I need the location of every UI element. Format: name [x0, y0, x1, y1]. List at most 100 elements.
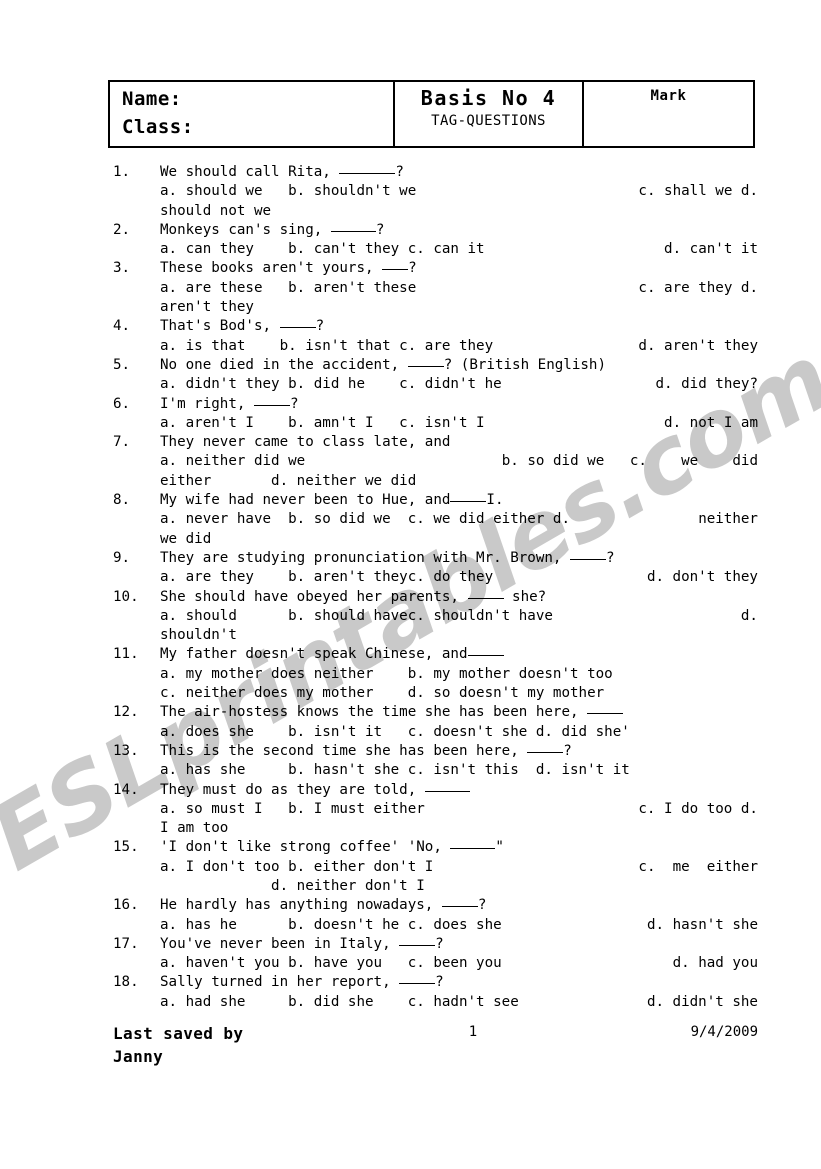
answer-blank[interactable]: [467, 597, 504, 599]
question-text: These books aren't yours,: [160, 260, 383, 277]
question-text: a. are they b. aren't theyc. do they: [160, 569, 494, 586]
question-options-line: d. neither don't I: [113, 877, 758, 896]
answer-blank[interactable]: [467, 655, 504, 657]
answer-blank[interactable]: [339, 173, 396, 174]
question-number: 4.: [113, 318, 131, 335]
question-number-spacer: [113, 279, 160, 298]
question-line-body: a. can they b. can't they c. can it d. ca…: [160, 240, 758, 259]
question-number-spacer: [113, 375, 160, 394]
answer-blank[interactable]: [399, 983, 436, 985]
answer-blank[interactable]: [570, 558, 606, 560]
question-number-spacer: [113, 954, 160, 973]
answer-blank[interactable]: [407, 365, 444, 367]
question-options-line: a. is that b. isn't that c. are they d. a…: [113, 337, 758, 356]
question-line-body: No one died in the accident, ? (British …: [160, 356, 758, 375]
question-text: That's Bod's,: [160, 318, 280, 335]
question-options-line: aren't they: [113, 298, 758, 317]
question-text: a. does she b. isn't it c. doesn't she d…: [160, 723, 630, 740]
question-text: a. didn't they b. did he c. didn't he: [160, 376, 502, 393]
question-number: 10.: [113, 588, 139, 605]
answer-blank[interactable]: [450, 848, 496, 850]
question-options-line: we did: [113, 530, 758, 549]
question-options-line: a. had she b. did she c. hadn't see d. di…: [113, 993, 758, 1012]
answer-blank[interactable]: [330, 230, 376, 232]
question-line-body: a. does she b. isn't it c. doesn't she d…: [160, 723, 758, 742]
question-line-body: a. aren't I b. amn't I c. isn't I d. not …: [160, 414, 758, 433]
question-text: d. can't it: [664, 241, 758, 258]
question-item: 6. I'm right, ? a. aren't I b. amn't I c. …: [113, 395, 758, 434]
question-number-spacer: [113, 916, 160, 935]
question-number-spacer: [113, 472, 160, 491]
question-text: They are studying pronunciation with Mr.…: [160, 549, 570, 566]
answer-blank[interactable]: [382, 269, 409, 271]
question-number: 5.: [113, 356, 131, 373]
question-number: 6.: [113, 395, 131, 412]
answer-blank[interactable]: [441, 906, 478, 908]
question-text: a. aren't I b. amn't I c. isn't I: [160, 414, 485, 431]
question-line-body: a. never have b. so did we c. we did eit…: [160, 510, 758, 529]
question-number-spacer: [113, 202, 160, 221]
question-options-line: a. haven't you b. have you c. been you d.…: [113, 954, 758, 973]
question-number: 3.: [113, 260, 131, 277]
question-text: we did: [160, 530, 212, 547]
question-text: ?: [395, 164, 404, 180]
question-text: She should have obeyed her parents,: [160, 588, 468, 605]
question-number-spacer: [113, 877, 160, 896]
answer-blank[interactable]: [279, 327, 316, 329]
answer-blank[interactable]: [527, 751, 564, 753]
question-stem-line: 4. That's Bod's, ?: [113, 317, 758, 336]
question-item: 12. The air-hostess knows the time she ha…: [113, 703, 758, 742]
question-stem-line: 13. This is the second time she has been …: [113, 742, 758, 761]
question-text: a. neither did we: [160, 453, 306, 470]
question-text: a. so must I b. I must either: [160, 800, 425, 817]
question-stem-line: 6. I'm right, ?: [113, 395, 758, 414]
question-text: c. me either: [638, 858, 758, 875]
question-number-spacer: [113, 240, 160, 259]
question-text: This is the second time she has been her…: [160, 742, 528, 759]
question-line-body: a. should b. should havec. shouldn't hav…: [160, 607, 758, 626]
question-text: a. had she b. did she c. hadn't see: [160, 993, 519, 1010]
question-text: ?: [563, 742, 572, 759]
question-item: 14. They must do as they are told, a. so …: [113, 781, 758, 839]
question-number-spacer: [113, 414, 160, 433]
question-line-body: We should call Rita, ?: [160, 163, 758, 182]
question-text: They never came to class late, and: [160, 434, 451, 451]
question-text: a. are these b. aren't these: [160, 279, 417, 296]
answer-blank[interactable]: [253, 404, 290, 406]
question-stem-line: 18. Sally turned in her report, ?: [113, 973, 758, 992]
question-line-body: The air-hostess knows the time she has b…: [160, 703, 758, 722]
question-text: d. did they?: [655, 376, 758, 393]
question-text: ": [495, 839, 504, 856]
question-options-line: a. should we b. shouldn't we c. shall we …: [113, 182, 758, 201]
question-stem-line: 3. These books aren't yours, ?: [113, 259, 758, 278]
question-options-line: a. never have b. so did we c. we did eit…: [113, 510, 758, 529]
answer-blank[interactable]: [587, 713, 624, 715]
mark-cell: Mark: [584, 82, 753, 146]
question-number: 9.: [113, 549, 131, 566]
question-line-body: Monkeys can's sing, ?: [160, 221, 758, 240]
question-text: a. should we b. shouldn't we: [160, 183, 417, 200]
answer-blank[interactable]: [450, 501, 487, 503]
question-text: d. not I am: [664, 414, 758, 431]
question-options-line: a. has he b. doesn't he c. does she d. ha…: [113, 916, 758, 935]
question-stem-line: 12. The air-hostess knows the time she ha…: [113, 703, 758, 722]
question-stem-line: 10. She should have obeyed her parents, s…: [113, 588, 758, 607]
question-text: No one died in the accident,: [160, 356, 408, 373]
question-item: 11. My father doesn't speak Chinese, and a…: [113, 645, 758, 703]
question-text: a. is that b. isn't that c. are they: [160, 337, 494, 354]
question-text: I am too: [160, 820, 229, 837]
question-text: a. my mother does neither b. my mother d…: [160, 665, 613, 682]
question-number-spacer: [113, 819, 160, 838]
question-line-body: Sally turned in her report, ?: [160, 973, 758, 992]
question-line-body: They must do as they are told,: [160, 781, 758, 800]
question-item: 2. Monkeys can's sing, ? a. can they b. ca…: [113, 221, 758, 260]
question-line-body: These books aren't yours, ?: [160, 259, 758, 278]
question-text: ?: [435, 935, 444, 952]
question-number: 1.: [113, 164, 131, 180]
worksheet-title-cell: Basis No 4 TAG-QUESTIONS: [395, 82, 584, 146]
question-number-spacer: [113, 684, 160, 703]
question-number-spacer: [113, 510, 160, 529]
question-line-body: a. didn't they b. did he c. didn't he d. …: [160, 375, 758, 394]
answer-blank[interactable]: [399, 944, 436, 946]
answer-blank[interactable]: [424, 790, 470, 792]
